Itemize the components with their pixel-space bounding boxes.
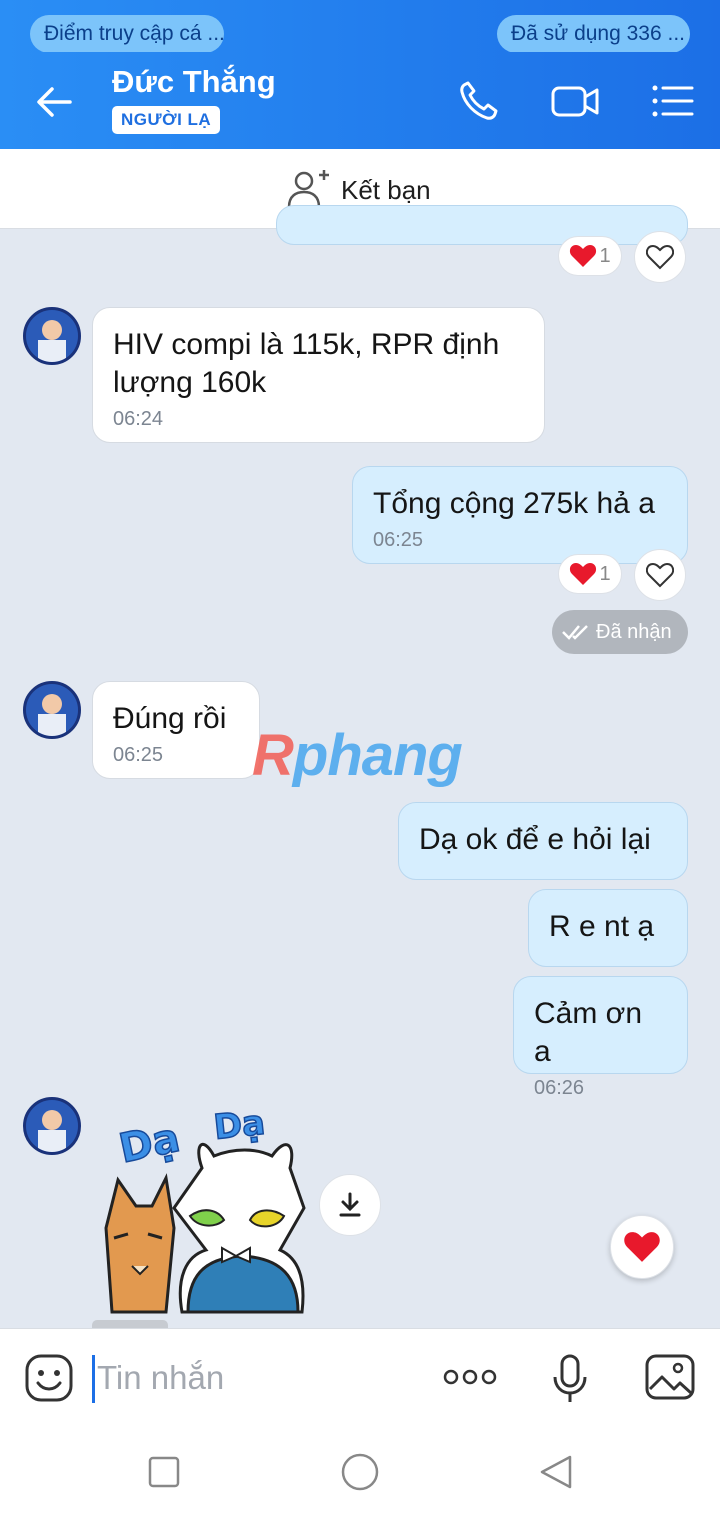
delivery-status-text: Đã nhận bbox=[596, 621, 672, 643]
reaction-count-text: 1 bbox=[599, 244, 611, 267]
microphone-icon[interactable] bbox=[550, 1353, 590, 1405]
svg-text:Dạ: Dạ bbox=[115, 1115, 183, 1173]
back-nav-icon[interactable] bbox=[538, 1454, 574, 1490]
heart-outline-icon bbox=[646, 562, 674, 588]
top-notification-strip: Điểm truy cập cá ... Đã sử dụng 336 ... bbox=[0, 0, 720, 53]
video-call-icon[interactable] bbox=[550, 78, 600, 124]
heart-icon bbox=[624, 1232, 660, 1262]
message-time: 06:25 bbox=[113, 744, 164, 766]
menu-list-icon[interactable] bbox=[648, 78, 698, 124]
svg-text:Dạ: Dạ bbox=[212, 1103, 267, 1148]
quick-heart-button[interactable] bbox=[610, 1215, 674, 1279]
stranger-badge: NGƯỜI LẠ bbox=[112, 106, 221, 134]
react-heart-button[interactable] bbox=[634, 549, 686, 601]
reaction-count[interactable]: 1 bbox=[558, 236, 622, 276]
add-friend-label[interactable]: Kết bạn bbox=[341, 175, 431, 206]
system-nav-bar bbox=[0, 1426, 720, 1520]
back-arrow-icon[interactable] bbox=[32, 80, 76, 124]
message-time: 06:26 bbox=[534, 1077, 585, 1099]
reaction-count-text: 1 bbox=[599, 562, 611, 585]
more-options-icon[interactable] bbox=[442, 1367, 498, 1387]
message-bubble[interactable]: HIV compi là 115k, RPR định lượng 160k 0… bbox=[92, 307, 545, 443]
contact-name[interactable]: Đức Thắng bbox=[112, 64, 276, 100]
download-icon bbox=[339, 1192, 361, 1217]
message-bubble[interactable]: Đúng rồi 06:25 bbox=[92, 681, 260, 779]
react-heart-button[interactable] bbox=[634, 231, 686, 283]
home-icon[interactable] bbox=[340, 1452, 380, 1492]
message-text: Tổng cộng 275k hả a bbox=[373, 487, 655, 520]
emoji-icon[interactable] bbox=[24, 1353, 74, 1403]
avatar[interactable] bbox=[23, 681, 81, 739]
avatar[interactable] bbox=[23, 307, 81, 365]
hotspot-pill[interactable]: Điểm truy cập cá ... bbox=[30, 15, 224, 53]
data-usage-pill[interactable]: Đã sử dụng 336 ... bbox=[497, 15, 690, 53]
reaction-count[interactable]: 1 bbox=[558, 554, 622, 594]
heart-outline-icon bbox=[646, 244, 674, 270]
double-check-icon bbox=[562, 625, 588, 640]
message-text: R e nt ạ bbox=[549, 910, 655, 943]
message-time: 06:25 bbox=[373, 529, 424, 551]
sticker-image[interactable]: Dạ Dạ bbox=[94, 1098, 310, 1314]
watermark-logo: Rphang bbox=[252, 723, 463, 788]
phone-icon[interactable] bbox=[456, 78, 506, 124]
download-sticker-button[interactable] bbox=[319, 1174, 381, 1236]
avatar[interactable] bbox=[23, 1097, 81, 1155]
message-composer: Tin nhắn bbox=[0, 1328, 720, 1426]
message-bubble[interactable]: R e nt ạ bbox=[528, 889, 688, 967]
chat-header: Đức Thắng NGƯỜI LẠ bbox=[0, 52, 720, 149]
message-bubble[interactable]: Cảm ơn a 06:26 bbox=[513, 976, 688, 1099]
heart-icon bbox=[570, 245, 597, 267]
message-input[interactable]: Tin nhắn bbox=[92, 1355, 224, 1403]
message-bubble[interactable]: Dạ ok để e hỏi lại bbox=[398, 802, 688, 880]
message-text: Cảm ơn a bbox=[534, 997, 643, 1068]
recent-apps-icon[interactable] bbox=[148, 1456, 180, 1488]
heart-icon bbox=[570, 563, 597, 585]
message-bubble[interactable]: Tổng cộng 275k hả a 06:25 bbox=[352, 466, 688, 564]
image-gallery-icon[interactable] bbox=[644, 1353, 696, 1401]
message-text: Đúng rồi bbox=[113, 702, 227, 735]
message-text: Dạ ok để e hỏi lại bbox=[419, 823, 651, 856]
previous-message-bubble[interactable] bbox=[276, 205, 688, 245]
message-text: HIV compi là 115k, RPR định lượng 160k bbox=[113, 328, 500, 399]
message-time: 06:24 bbox=[113, 408, 164, 430]
delivery-status: Đã nhận bbox=[552, 610, 688, 654]
